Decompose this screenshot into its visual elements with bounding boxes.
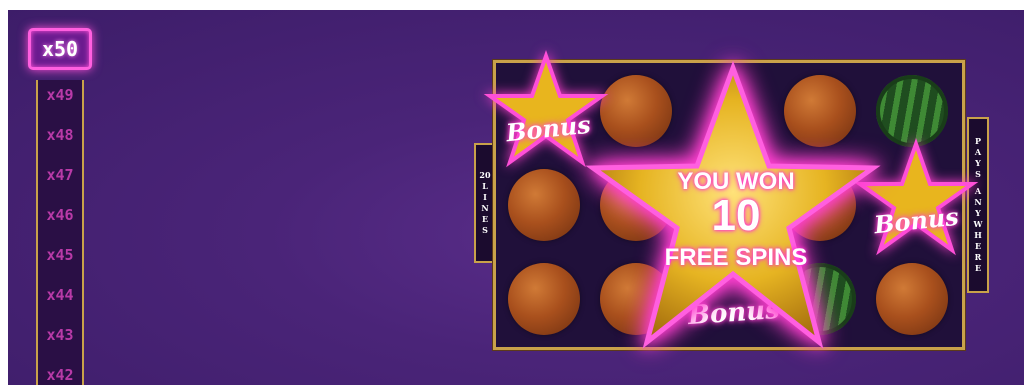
pays-char: E	[974, 263, 982, 273]
paylines-char: E	[481, 214, 489, 224]
paylines-char: L	[482, 181, 488, 191]
ladder-step: x48	[46, 126, 74, 144]
multiplier-ladder: x49 x48 x47 x46 x45 x44 x43 x42	[36, 80, 84, 385]
orange-symbol-icon	[508, 169, 580, 241]
orange-symbol-icon	[508, 263, 580, 335]
ladder-step: x43	[46, 326, 74, 344]
win-amount: 10	[711, 191, 761, 240]
active-multiplier: x50	[28, 28, 92, 70]
ladder-step: x44	[46, 286, 74, 304]
ladder-step: x45	[46, 246, 74, 264]
watermelon-symbol-icon	[876, 75, 948, 147]
paylines-char: N	[481, 203, 489, 213]
ladder-step: x42	[46, 366, 74, 384]
ladder-step: x49	[46, 86, 74, 104]
paylines-char: I	[483, 192, 487, 202]
game-stage: x50 x49 x48 x47 x46 x45 x44 x43 x42 20 L…	[8, 10, 1024, 385]
ladder-step: x47	[46, 166, 74, 184]
win-message-line3: FREE SPINS	[664, 244, 808, 271]
paylines-char: S	[482, 225, 488, 235]
ladder-step: x46	[46, 206, 74, 224]
orange-symbol-icon	[876, 263, 948, 335]
reel-cell	[498, 251, 590, 345]
